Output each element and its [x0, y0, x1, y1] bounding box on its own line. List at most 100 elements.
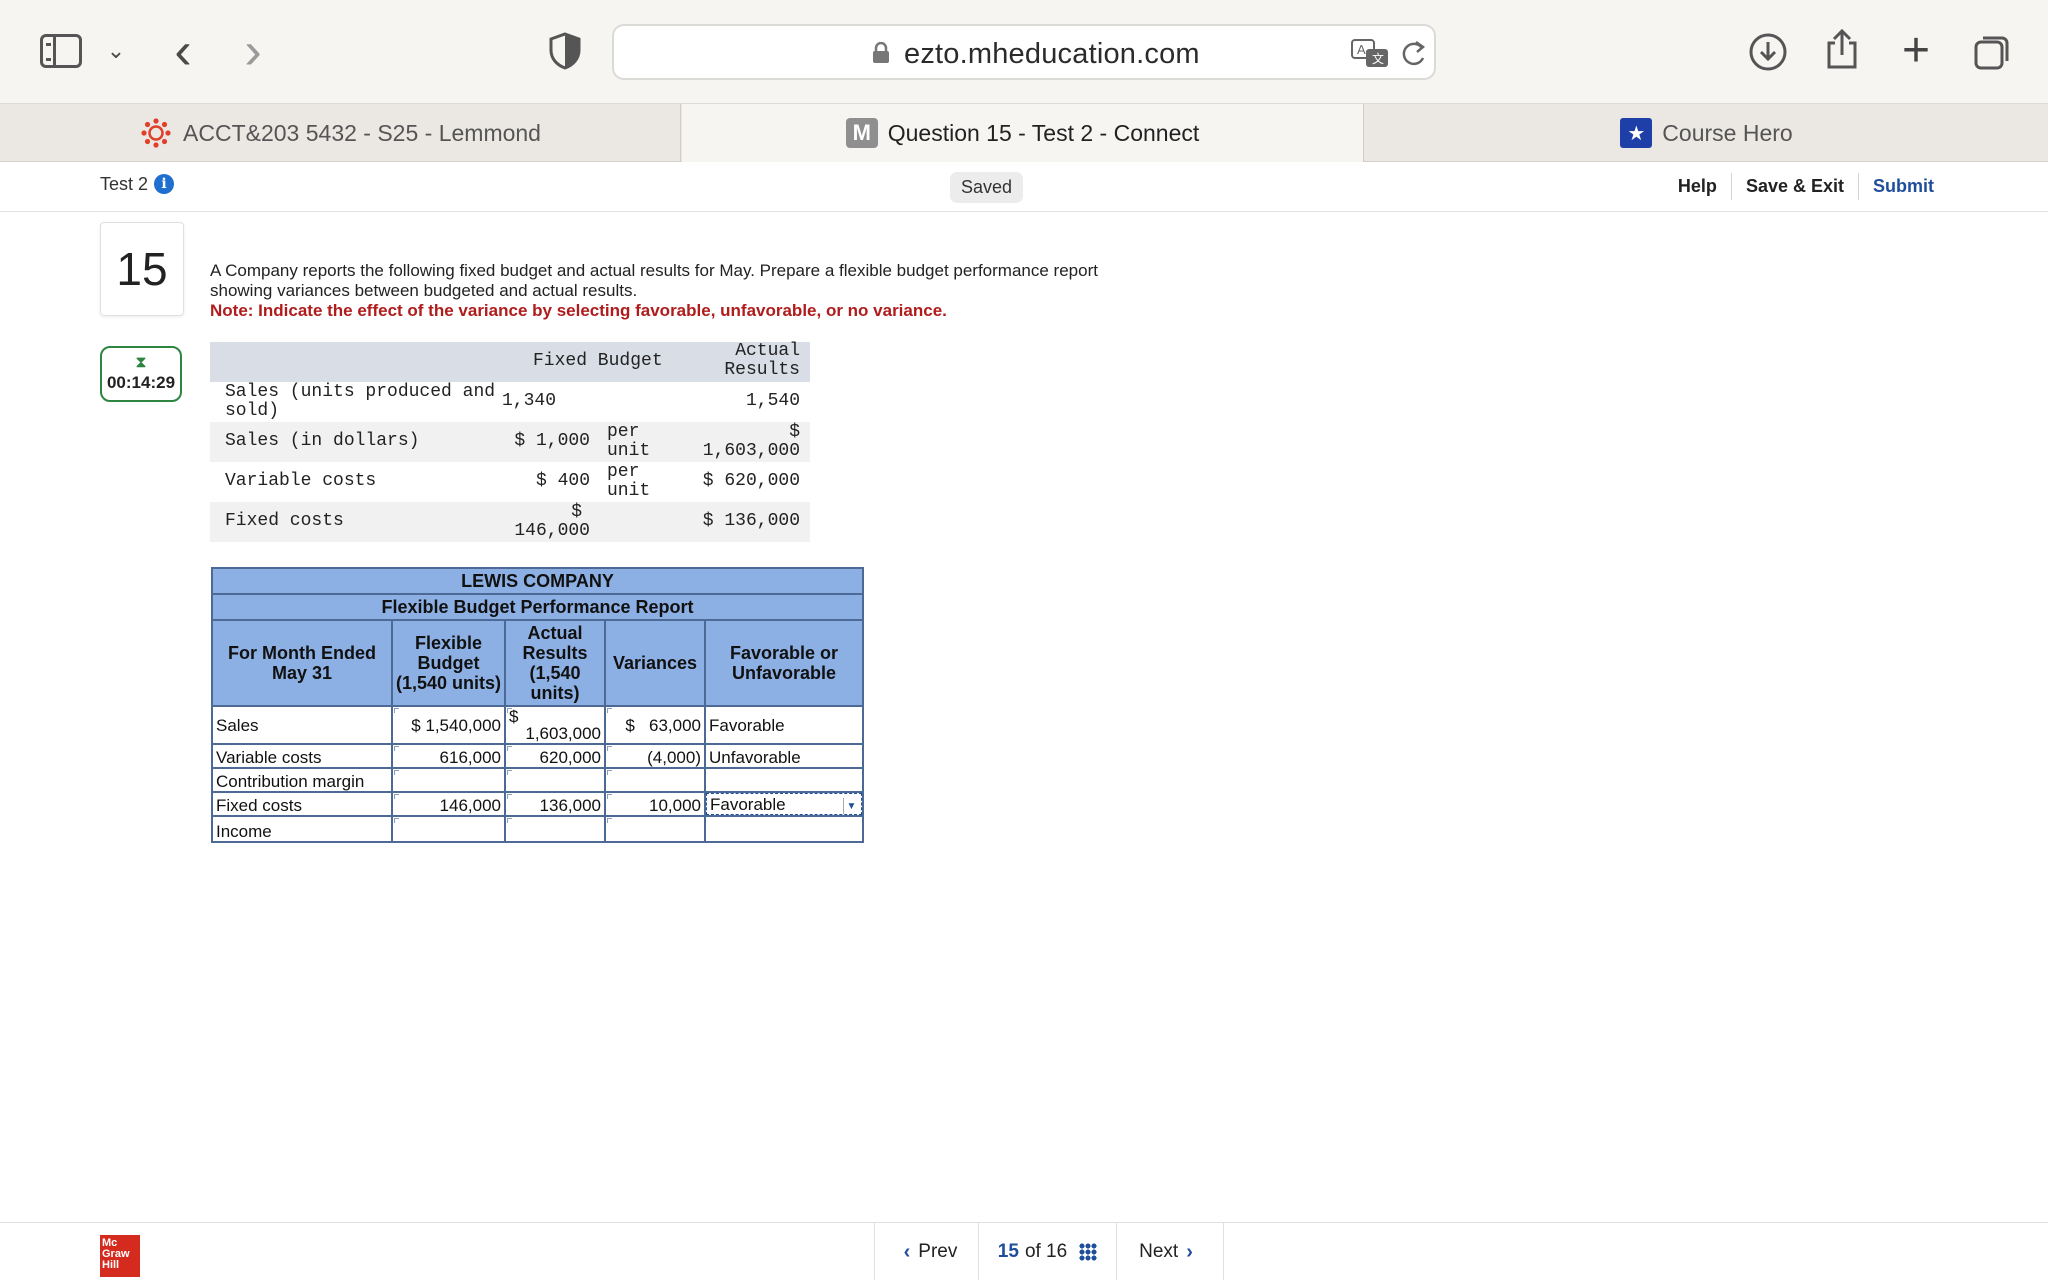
new-tab-icon[interactable]: +	[1896, 24, 1936, 77]
current-page: 15	[997, 1241, 1019, 1262]
row-label: Income	[213, 817, 393, 841]
per-unit-text: per unit	[607, 463, 650, 501]
favorable-sales-select[interactable]: Favorable	[706, 707, 862, 743]
report-title: Flexible Budget Performance Report	[213, 595, 862, 621]
actual-amount: 1,603,000	[702, 441, 800, 461]
fixed-value: 1,340	[501, 391, 556, 411]
header-actual-results: Actual Results	[660, 342, 800, 380]
actual-value: $ 136,000	[702, 511, 800, 531]
col-favorable: Favorable or Unfavorable	[729, 643, 839, 683]
actual-value: 1,540	[745, 391, 800, 411]
prompt-line: showing variances between budgeted and a…	[210, 281, 638, 300]
flexible-fixed-input[interactable]: 146,000	[393, 793, 506, 815]
mheducation-m-icon: M	[845, 118, 878, 148]
tab-bar: ACCT&203 5432 - S25 - Lemmond M Question…	[0, 104, 2048, 162]
forward-icon[interactable]: ›	[236, 22, 270, 80]
prompt-line: A Company reports the following fixed bu…	[210, 261, 1098, 280]
question-prompt: A Company reports the following fixed bu…	[210, 261, 1210, 321]
timer-value: 00:14:29	[106, 373, 176, 392]
table-row-fixed-costs: Fixed costs 146,000 136,000 10,000 Favor…	[213, 793, 862, 817]
actual-cm-input[interactable]	[506, 769, 606, 791]
per-line: unit	[607, 481, 651, 501]
table-row-variable-costs: Variable costs 616,000 620,000 (4,000) U…	[213, 745, 862, 769]
flexible-cm-input[interactable]	[393, 769, 506, 791]
tab-label: ACCT&203 5432 - S25 - Lemmond	[183, 119, 541, 146]
info-icon[interactable]: i	[154, 174, 174, 194]
page-indicator[interactable]: 15 of 16	[978, 1223, 1116, 1280]
actual-dollar: $	[789, 422, 800, 442]
actual-fixed-input[interactable]: 136,000	[506, 793, 606, 815]
given-row: Fixed costs $146,000 $ 136,000	[210, 502, 810, 542]
per-unit-text: per unit	[607, 423, 650, 461]
variance-sales-input[interactable]: $ 63,000	[606, 707, 706, 743]
tab-label: Question 15 - Test 2 - Connect	[887, 119, 1200, 146]
download-icon[interactable]	[1748, 32, 1788, 72]
variance-cm-input[interactable]	[606, 769, 706, 791]
sidebar-toggle-icon[interactable]	[40, 34, 82, 68]
share-icon[interactable]	[1824, 28, 1860, 70]
save-exit-link[interactable]: Save & Exit	[1730, 173, 1858, 200]
reload-icon[interactable]	[1398, 38, 1428, 70]
url-text: ezto.mheducation.com	[904, 38, 1200, 70]
flexible-variable-input[interactable]: 616,000	[393, 745, 506, 767]
submit-link[interactable]: Submit	[1858, 173, 1948, 200]
prev-label: Prev	[918, 1241, 958, 1262]
flexible-sales-input[interactable]: $ 1,540,000	[393, 707, 506, 743]
per-line: per	[607, 422, 640, 442]
per-line: per	[607, 462, 640, 482]
timer-badge: ⧗ 00:14:29	[100, 346, 182, 402]
col-actual-results: Actual Results (1,540 units)	[506, 621, 606, 705]
address-bar[interactable]: ezto.mheducation.com A文	[612, 24, 1436, 80]
tab-canvas-course[interactable]: ACCT&203 5432 - S25 - Lemmond	[0, 104, 681, 162]
star-icon: ★	[1620, 118, 1653, 148]
app-header: Test 2 i Saved Help Save & Exit Submit	[0, 162, 2048, 212]
report-company: LEWIS COMPANY	[213, 569, 862, 595]
tab-overview-icon[interactable]	[1972, 32, 2012, 72]
back-icon[interactable]: ‹	[166, 22, 200, 80]
translate-icon[interactable]: A文	[1350, 38, 1390, 70]
svg-text:文: 文	[1372, 51, 1384, 66]
variance-fixed-input[interactable]: 10,000	[606, 793, 706, 815]
table-row-contribution-margin: Contribution margin	[213, 769, 862, 793]
favorable-income-select[interactable]	[706, 817, 862, 841]
header-fixed-budget: Fixed Budget	[533, 351, 663, 371]
variance-income-input[interactable]	[606, 817, 706, 841]
table-row-sales: Sales $ 1,540,000 $ 1,603,000 $ 63,000 F…	[213, 707, 862, 745]
tab-connect-question[interactable]: M Question 15 - Test 2 - Connect	[682, 104, 1364, 162]
favorable-cm-select[interactable]	[706, 769, 862, 791]
next-button[interactable]: Next ›	[1116, 1223, 1224, 1280]
selected-option: Favorable	[710, 795, 786, 814]
lock-icon	[872, 41, 890, 64]
shield-icon[interactable]	[548, 32, 582, 70]
tab-label: Course Hero	[1662, 119, 1793, 146]
col-flexible-budget: Flexible Budget (1,540 units)	[393, 621, 506, 705]
prev-button[interactable]: ‹ Prev	[874, 1223, 978, 1280]
pagination: ‹ Prev 15 of 16 Next ›	[874, 1223, 1224, 1280]
fixed-value: $ 1,000	[514, 431, 590, 451]
next-label: Next	[1139, 1241, 1179, 1262]
favorable-fixed-select[interactable]: Favorable ▼	[706, 793, 862, 815]
given-row: Sales (in dollars) $ 1,000 per unit $1,60…	[210, 422, 810, 462]
given-header-row: Fixed Budget Actual Results	[210, 342, 810, 382]
actual-income-input[interactable]	[506, 817, 606, 841]
actual-variable-input[interactable]: 620,000	[506, 745, 606, 767]
dropdown-arrow-icon[interactable]: ▼	[843, 798, 859, 814]
tab-course-hero[interactable]: ★ Course Hero	[1365, 104, 2048, 162]
help-link[interactable]: Help	[1664, 173, 1731, 200]
actual-sales-input[interactable]: $ 1,603,000	[506, 707, 606, 743]
favorable-variable-select[interactable]: Unfavorable	[706, 745, 862, 767]
fixed-dollar: $	[571, 502, 582, 522]
row-label: Variable costs	[213, 745, 393, 767]
given-data-table: Fixed Budget Actual Results Sales (units …	[210, 342, 810, 542]
header-actual-line: Results	[724, 360, 800, 380]
mcgraw-hill-logo: Mc Graw Hill	[100, 1235, 140, 1277]
actual-value: $ 620,000	[702, 471, 800, 491]
fixed-value: $146,000	[410, 503, 590, 541]
grid-icon	[1079, 1243, 1098, 1261]
actual-value: $1,603,000	[660, 423, 800, 461]
col-month: For Month Ended May 31	[213, 621, 393, 705]
per-line: unit	[607, 441, 651, 461]
flexible-income-input[interactable]	[393, 817, 506, 841]
chevron-down-icon[interactable]: ⌄	[104, 36, 128, 66]
variance-variable-input[interactable]: (4,000)	[606, 745, 706, 767]
